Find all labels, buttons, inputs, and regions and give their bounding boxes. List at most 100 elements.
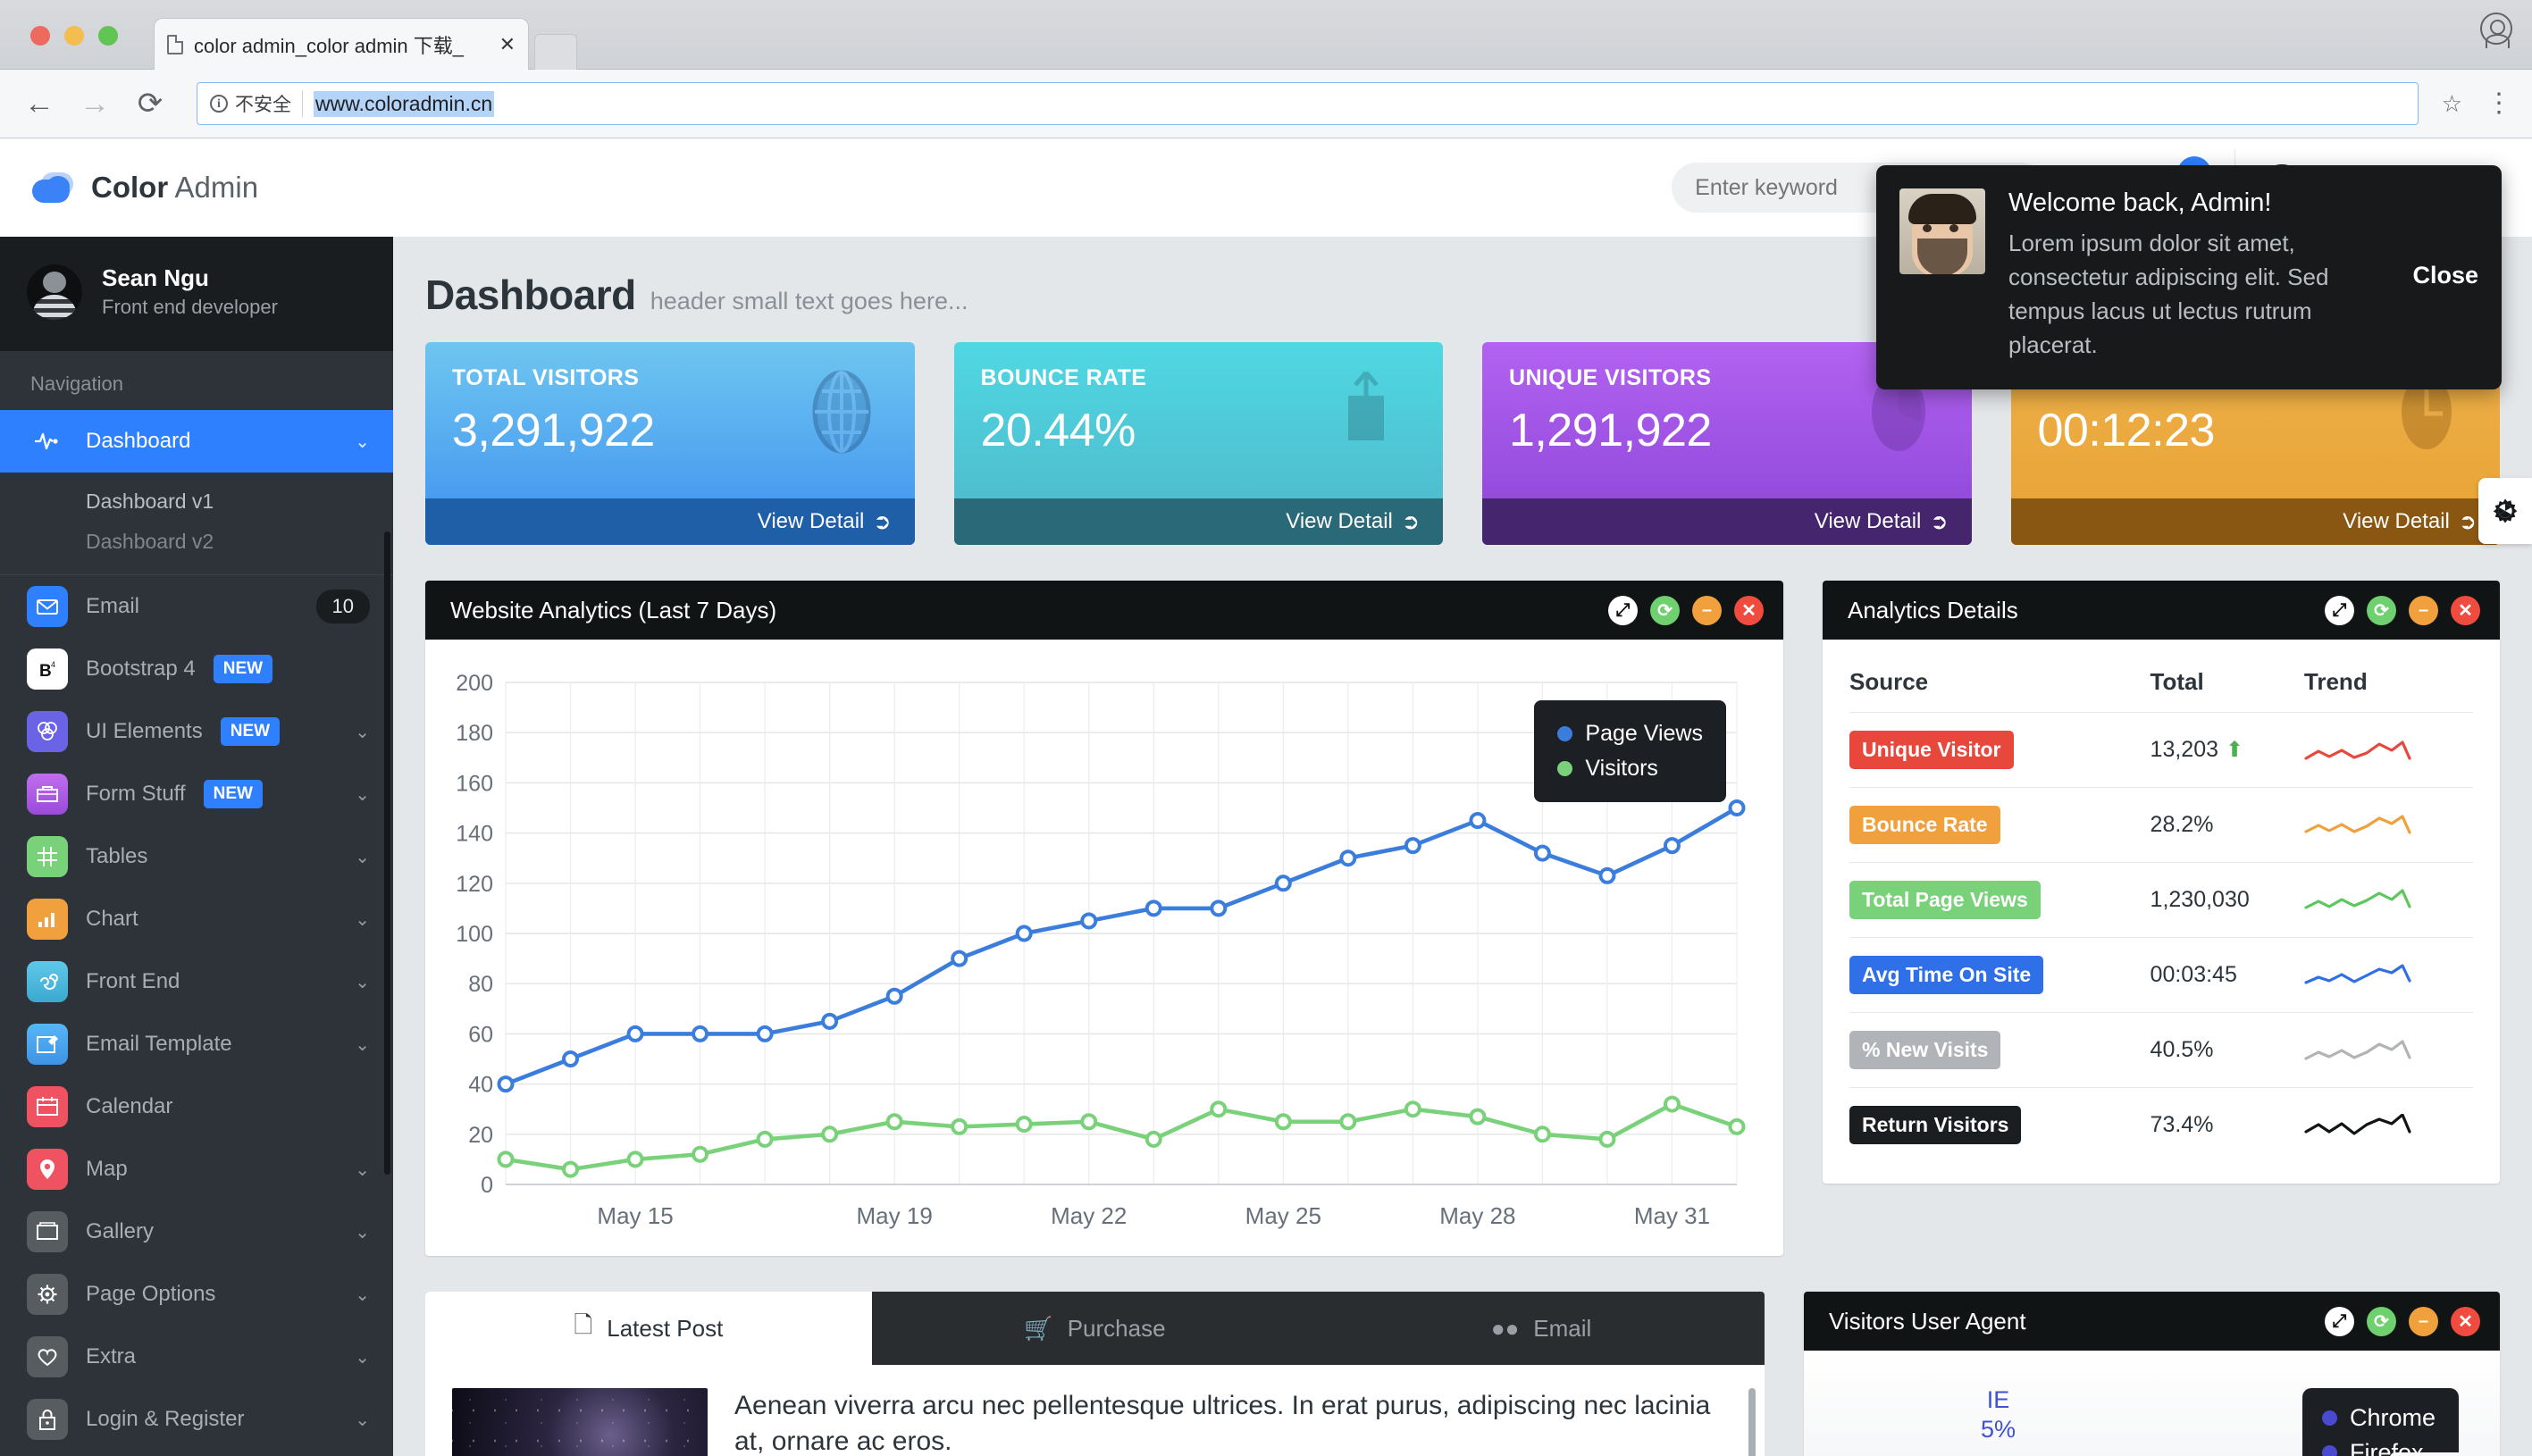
tab-purchase[interactable]: 🛒 Purchase bbox=[872, 1292, 1319, 1365]
cart-icon: 🛒 bbox=[1024, 1314, 1053, 1342]
minimize-icon[interactable]: – bbox=[2409, 595, 2438, 625]
sparkline-icon bbox=[2304, 740, 2411, 760]
table-body: Unique Visitor 13,203 ⬆ Bounce Rate 28.2% Tot… bbox=[1849, 712, 2473, 1162]
brand-logo[interactable]: Color Admin bbox=[0, 171, 393, 205]
gear-icon bbox=[27, 1274, 68, 1315]
panel-title: Website Analytics (Last 7 Days) bbox=[450, 596, 777, 623]
legend-item: Visitors bbox=[1557, 751, 1703, 786]
toast-close-button[interactable]: Close bbox=[2403, 262, 2478, 289]
minimize-icon[interactable]: – bbox=[2409, 1306, 2438, 1336]
ua-legend-item: Chrome bbox=[2321, 1401, 2436, 1435]
forward-arrow-icon[interactable]: → bbox=[79, 88, 111, 119]
sidebar-item-form-stuff[interactable]: Form Stuff NEW ⌄ bbox=[0, 763, 393, 825]
status-badge: % New Visits bbox=[1849, 1031, 2001, 1069]
tab-close-icon[interactable]: ✕ bbox=[499, 34, 516, 54]
sidebar-subitem-dashboard-v2[interactable]: Dashboard v2 bbox=[0, 522, 393, 562]
tab-latest-post[interactable]: 🗋 Latest Post bbox=[425, 1292, 872, 1365]
sidebar-item-tables[interactable]: Tables ⌄ bbox=[0, 825, 393, 888]
sidebar-item-front-end[interactable]: Front End ⌄ bbox=[0, 950, 393, 1013]
stat-view-detail-link[interactable]: View Detail ➲ bbox=[1482, 498, 1972, 545]
stat-card-total-visitors[interactable]: TOTAL VISITORS 3,291,922 View Detail ➲ bbox=[425, 342, 915, 545]
reload-icon[interactable]: ⟳ bbox=[134, 88, 166, 119]
expand-icon[interactable]: ⤢ bbox=[1608, 595, 1638, 625]
sidebar-scrollbar[interactable] bbox=[384, 531, 390, 1175]
window-minimize-button[interactable] bbox=[64, 26, 84, 46]
sidebar-item-label: Form Stuff bbox=[86, 782, 186, 806]
sidebar-item-dashboard[interactable]: Dashboard ⌄ bbox=[0, 410, 393, 473]
lock-icon bbox=[27, 1399, 68, 1440]
sidebar-item-ui-elements[interactable]: UI Elements NEW ⌄ bbox=[0, 700, 393, 763]
url-text[interactable]: www.coloradmin.cn bbox=[314, 90, 495, 117]
sidebar-item-extra[interactable]: Extra ⌄ bbox=[0, 1326, 393, 1388]
globe-icon bbox=[812, 370, 870, 454]
window-close-button[interactable] bbox=[30, 26, 50, 46]
close-icon[interactable]: ✕ bbox=[2451, 1306, 2480, 1336]
total-cell: 40.5% bbox=[2150, 1012, 2304, 1088]
new-tab-button[interactable] bbox=[534, 34, 577, 70]
minimize-icon[interactable]: – bbox=[1692, 595, 1722, 625]
badge-new: NEW bbox=[220, 717, 281, 746]
close-icon[interactable]: ✕ bbox=[2451, 595, 2480, 625]
arrow-right-circle-icon: ➲ bbox=[1930, 509, 1949, 534]
sidebar-item-label: Login & Register bbox=[86, 1407, 245, 1431]
stat-view-detail-link[interactable]: View Detail ➲ bbox=[953, 498, 1443, 545]
sidebar-item-page-options[interactable]: Page Options ⌄ bbox=[0, 1263, 393, 1326]
close-icon[interactable]: ✕ bbox=[1734, 595, 1764, 625]
sidebar-profile[interactable]: Sean Ngu Front end developer bbox=[0, 237, 393, 351]
total-cell: 73.4% bbox=[2150, 1087, 2304, 1162]
tab-email[interactable]: ●● Email bbox=[1318, 1292, 1765, 1365]
post-scrollbar[interactable] bbox=[1748, 1388, 1756, 1456]
trend-cell bbox=[2303, 712, 2473, 788]
security-chip[interactable]: i 不安全 bbox=[210, 90, 303, 117]
settings-fab-button[interactable] bbox=[2478, 478, 2532, 544]
browser-profile-avatar[interactable] bbox=[2480, 13, 2512, 48]
sparkline-icon bbox=[2304, 814, 2411, 834]
chevron-down-icon: ⌄ bbox=[355, 847, 370, 867]
stat-link-label: View Detail bbox=[2343, 509, 2450, 533]
sidebar-item-bootstrap-4[interactable]: B 4 Bootstrap 4 NEW bbox=[0, 638, 393, 700]
panel-row: Website Analytics (Last 7 Days) ⤢ ⟳ – ✕ … bbox=[425, 581, 2500, 1256]
chevron-down-icon: ⌄ bbox=[355, 1410, 370, 1430]
svg-text:200: 200 bbox=[456, 671, 493, 696]
chevron-down-icon: ⌄ bbox=[355, 909, 370, 930]
source-cell: Total Page Views bbox=[1849, 862, 2151, 938]
sidebar-item-calendar[interactable]: Calendar bbox=[0, 1075, 393, 1138]
browser-menu-icon[interactable]: ⋮ bbox=[2486, 90, 2512, 117]
stat-view-detail-link[interactable]: View Detail ➲ bbox=[2010, 498, 2500, 545]
sidebar: Sean Ngu Front end developer Navigation … bbox=[0, 237, 393, 1456]
source-cell: % New Visits bbox=[1849, 1012, 2151, 1088]
sidebar-item-label: Tables bbox=[86, 844, 148, 868]
svg-text:180: 180 bbox=[456, 721, 493, 746]
address-bar[interactable]: i 不安全 www.coloradmin.cn bbox=[197, 82, 2419, 125]
brand-name-light: Admin bbox=[174, 171, 259, 204]
sidebar-item-login-register[interactable]: Login & Register ⌄ bbox=[0, 1388, 393, 1451]
window-maximize-button[interactable] bbox=[98, 26, 118, 46]
expand-icon[interactable]: ⤢ bbox=[2325, 595, 2354, 625]
sparkline-icon bbox=[2304, 888, 2411, 909]
sidebar-item-chart[interactable]: Chart ⌄ bbox=[0, 888, 393, 950]
sidebar-item-email[interactable]: Email 10 bbox=[0, 575, 393, 638]
reload-icon[interactable]: ⟳ bbox=[2367, 1306, 2396, 1336]
reload-icon[interactable]: ⟳ bbox=[1650, 595, 1680, 625]
legend-label: Page Views bbox=[1585, 721, 1703, 746]
bootstrap-icon: B4 bbox=[27, 649, 68, 690]
expand-icon[interactable]: ⤢ bbox=[2325, 1306, 2354, 1336]
panel-header: Visitors User Agent ⤢ ⟳ – ✕ bbox=[1803, 1292, 2500, 1351]
tab-bar: 🗋 Latest Post 🛒 Purchase ●● Email bbox=[425, 1292, 1765, 1365]
ua-label-ie: IE 5% bbox=[1981, 1386, 2016, 1443]
sidebar-item-map[interactable]: Map ⌄ bbox=[0, 1138, 393, 1201]
reload-icon[interactable]: ⟳ bbox=[2367, 595, 2396, 625]
browser-tab[interactable]: color admin_color admin 下载_ ✕ bbox=[154, 18, 529, 70]
stat-card-bounce-rate[interactable]: BOUNCE RATE 20.44% View Detail ➲ bbox=[953, 342, 1443, 545]
website-analytics-panel: Website Analytics (Last 7 Days) ⤢ ⟳ – ✕ … bbox=[425, 581, 1783, 1256]
table-row: Bounce Rate 28.2% bbox=[1849, 787, 2473, 863]
sidebar-item-gallery[interactable]: Gallery ⌄ bbox=[0, 1201, 393, 1263]
back-arrow-icon[interactable]: ← bbox=[23, 88, 55, 119]
bookmark-star-icon[interactable]: ☆ bbox=[2442, 90, 2462, 118]
stat-view-detail-link[interactable]: View Detail ➲ bbox=[425, 498, 915, 545]
svg-text:80: 80 bbox=[468, 972, 493, 997]
arrow-up-icon: ⬆ bbox=[2226, 738, 2244, 762]
table-row: Total Page Views 1,230,030 bbox=[1849, 862, 2473, 938]
sidebar-item-email-template[interactable]: Email Template ⌄ bbox=[0, 1013, 393, 1075]
sidebar-subitem-dashboard-v1[interactable]: Dashboard v1 bbox=[0, 481, 393, 522]
